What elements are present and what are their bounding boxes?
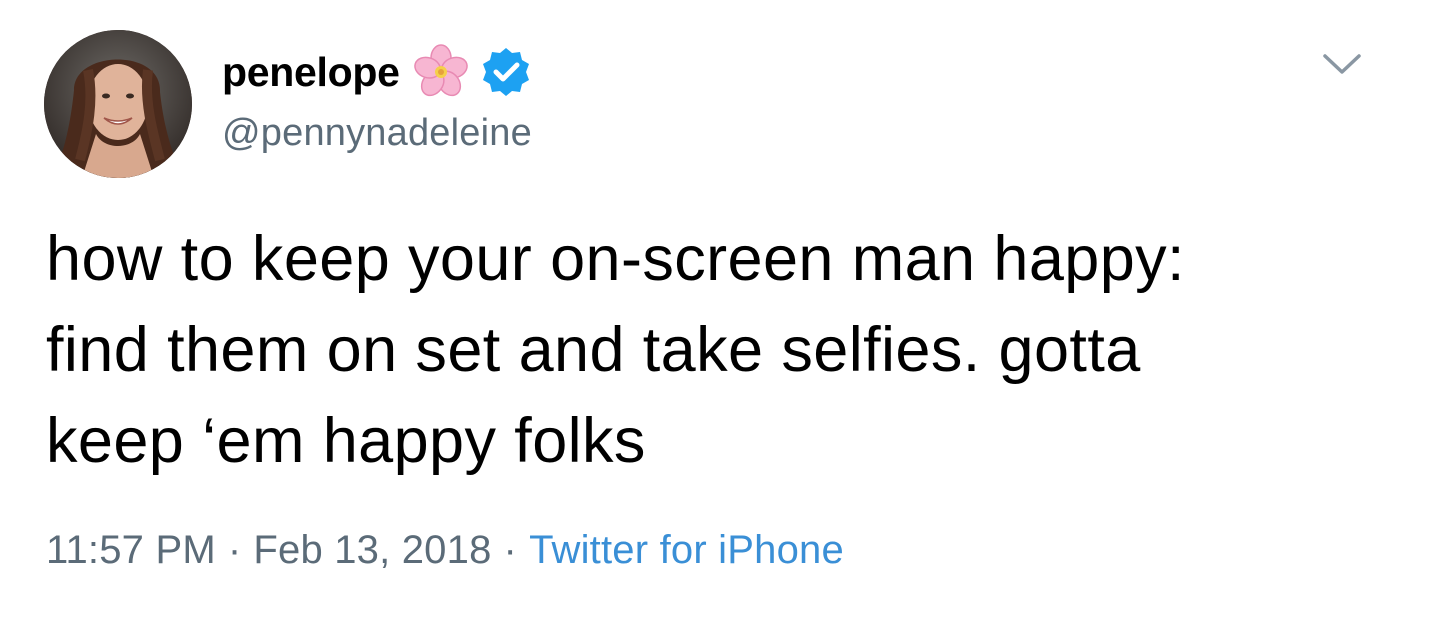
user-handle[interactable]: @pennynadeleine: [222, 112, 532, 155]
meta-separator: ·: [503, 528, 518, 572]
avatar[interactable]: [44, 30, 192, 178]
tweet-text: how to keep your on-screen man happy: fi…: [46, 224, 1185, 476]
tweet-meta: 11:57 PM · Feb 13, 2018 · Twitter for iPhone: [46, 528, 844, 573]
name-row: penelope: [222, 40, 532, 104]
avatar-photo: [44, 30, 192, 178]
chevron-down-icon[interactable]: [1320, 48, 1364, 80]
tweet-source-link[interactable]: Twitter for iPhone: [529, 528, 844, 572]
tweet-card: penelope @pennynadeleine how to keep you…: [0, 0, 1440, 619]
cherry-blossom-icon: [412, 43, 470, 101]
tweet-date: Feb 13, 2018: [253, 528, 492, 572]
verified-badge-icon: [480, 46, 532, 98]
tweet-time: 11:57 PM: [46, 528, 216, 572]
meta-separator: ·: [227, 528, 242, 572]
tweet-header: penelope @pennynadeleine: [222, 40, 532, 160]
display-name[interactable]: penelope: [222, 49, 400, 96]
